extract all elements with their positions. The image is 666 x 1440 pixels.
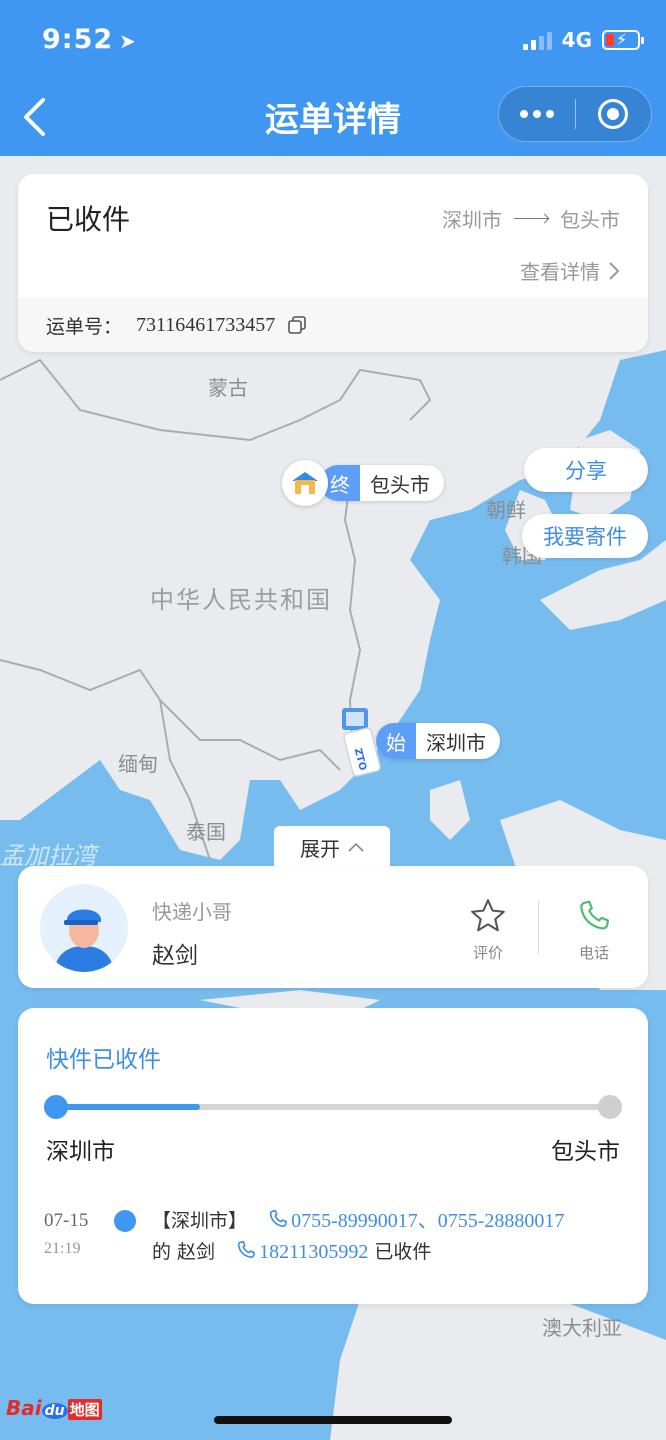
- event-date: 07-15: [44, 1210, 89, 1231]
- more-button[interactable]: [499, 110, 575, 118]
- call-button[interactable]: 电话: [564, 896, 624, 963]
- arrow-right-icon: [514, 218, 548, 219]
- courier-role: 快递小哥: [152, 900, 232, 924]
- progress-to-city: 包头市: [551, 1139, 620, 1165]
- signal-icon: [522, 30, 552, 50]
- end-city: 包头市: [370, 472, 430, 497]
- origin-marker[interactable]: ZTO 始 深圳市: [336, 706, 500, 777]
- map-label-china: 中华人民共和国: [150, 586, 332, 614]
- start-city: 深圳市: [426, 730, 486, 755]
- progress-from-city: 深圳市: [46, 1139, 115, 1165]
- home-indicator[interactable]: [214, 1416, 452, 1424]
- map-label-myanmar: 缅甸: [118, 752, 158, 776]
- location-arrow-icon: ➤: [119, 29, 137, 53]
- courier-card: 快递小哥 赵剑 评价 电话: [18, 866, 648, 988]
- phone-icon: [580, 900, 610, 930]
- baidu-map-logo: Bai du 地图: [6, 1396, 102, 1420]
- house-icon: [282, 460, 328, 506]
- event-time: 21:19: [44, 1240, 81, 1257]
- phone-icon: [269, 1209, 288, 1227]
- avatar: [40, 884, 128, 972]
- waybill-row: 运单号： 73116461733457: [18, 298, 648, 352]
- close-mini-program-button[interactable]: [576, 99, 652, 129]
- map-label-thailand: 泰国: [186, 820, 226, 844]
- target-icon: [598, 99, 629, 129]
- chevron-right-icon: [609, 261, 620, 280]
- progress-end-dot: [598, 1095, 622, 1119]
- start-tag: 始: [376, 723, 416, 759]
- status-indicators: 4G ⚡: [522, 28, 644, 52]
- chevron-up-icon: [348, 842, 364, 852]
- status-time: 9:52 ➤: [42, 24, 137, 55]
- courier-name: 赵剑: [152, 943, 198, 969]
- battery-icon: ⚡: [602, 30, 644, 50]
- order-summary-card: 已收件 深圳市 包头市 查看详情 运单号： 73116461733457: [18, 174, 648, 352]
- route: 深圳市 包头市: [442, 204, 620, 233]
- expand-button[interactable]: 展开: [274, 826, 390, 868]
- destination-marker[interactable]: 终 包头市: [282, 460, 444, 506]
- map-label-mongolia: 蒙古: [208, 376, 248, 400]
- more-dots-icon: [519, 110, 528, 118]
- delivery-box-icon: ZTO: [336, 706, 382, 777]
- progress-title: 快件已收件: [46, 1047, 161, 1073]
- route-origin: 深圳市: [442, 208, 502, 232]
- star-icon: [471, 899, 505, 932]
- progress-fill: [56, 1104, 200, 1110]
- phone-icon: [237, 1240, 256, 1258]
- courier-phone-link[interactable]: 18211305992: [259, 1241, 368, 1263]
- copy-icon[interactable]: [287, 315, 307, 335]
- send-package-button[interactable]: 我要寄件: [522, 514, 648, 558]
- map-label-australia: 澳大利亚: [542, 1316, 622, 1340]
- top-bar: 9:52 ➤ 4G ⚡ 运单详情: [0, 0, 666, 156]
- tracking-progress-card: 快件已收件 深圳市 包头市 07-15 21:19 【深圳市】 0755-899…: [18, 1008, 648, 1304]
- mini-program-capsule: [498, 86, 652, 142]
- progress-track: [56, 1104, 608, 1110]
- event-dot: [114, 1210, 136, 1232]
- rate-button[interactable]: 评价: [458, 896, 518, 963]
- view-details-link[interactable]: 查看详情: [520, 256, 620, 285]
- event-description: 【深圳市】 0755-89990017、0755-28880017 的 赵剑 1…: [152, 1209, 565, 1263]
- order-status: 已收件: [46, 203, 131, 236]
- share-button[interactable]: 分享: [524, 448, 648, 492]
- waybill-label: 运单号：: [46, 315, 123, 338]
- network-type: 4G: [561, 28, 592, 52]
- route-destination: 包头市: [560, 208, 620, 232]
- station-phones-link[interactable]: 0755-89990017、0755-28880017: [291, 1210, 564, 1232]
- progress-start-dot: [44, 1095, 68, 1119]
- map-label-north-korea: 朝鲜: [486, 498, 526, 522]
- waybill-number: 73116461733457: [136, 313, 276, 336]
